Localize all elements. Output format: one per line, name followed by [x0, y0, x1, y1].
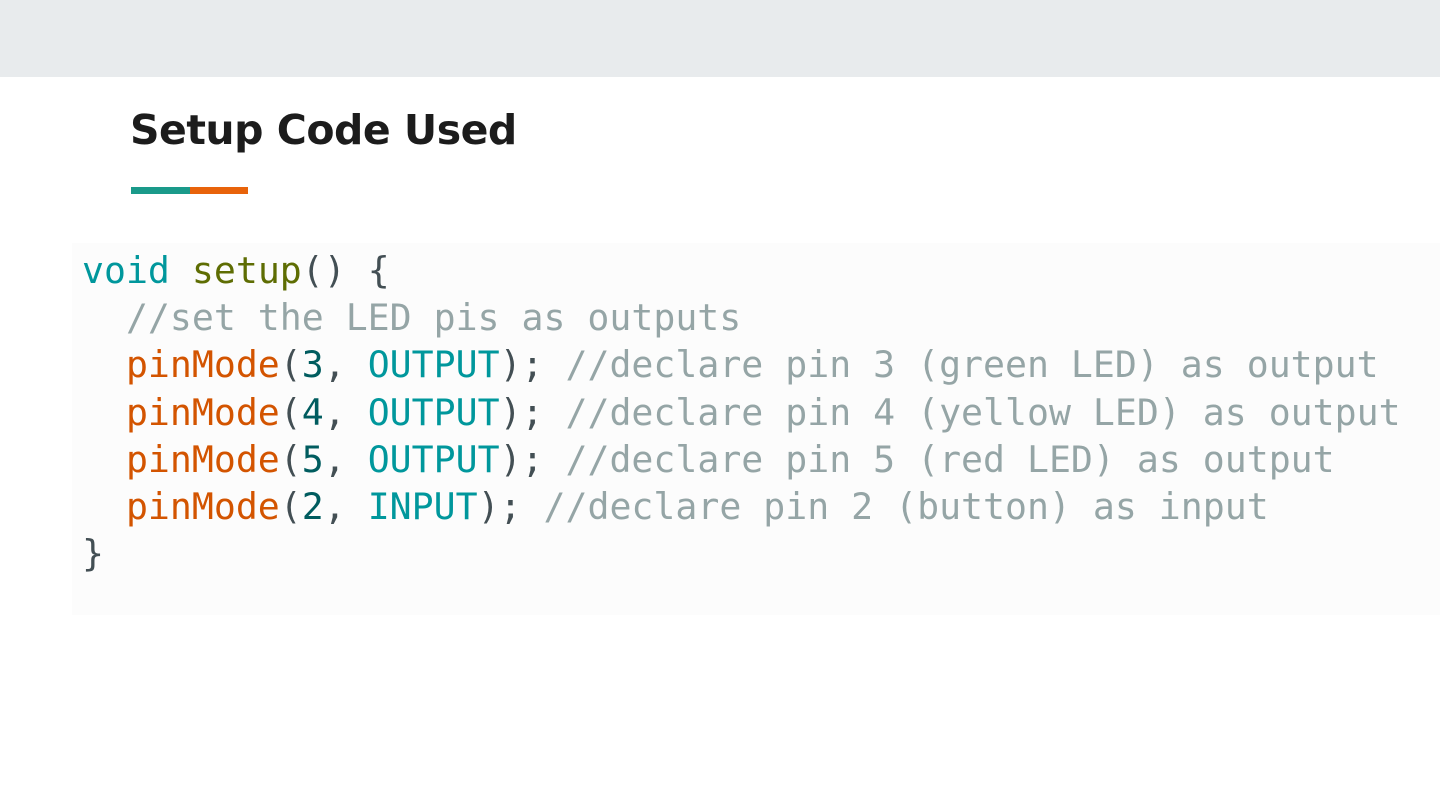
- code-token: ,: [323, 437, 368, 481]
- code-token: setup: [191, 249, 302, 292]
- code-token: //set the LED pis as outputs: [82, 296, 742, 340]
- code-token: 3: [301, 343, 324, 387]
- code-token: () {: [301, 249, 390, 292]
- code-token: );: [477, 484, 544, 528]
- code-token: (: [279, 343, 302, 387]
- code-token: (: [279, 437, 302, 481]
- code-line: }: [82, 530, 1401, 577]
- code-token: ,: [323, 390, 368, 434]
- code-token: );: [499, 343, 566, 387]
- code-token: INPUT: [367, 484, 478, 528]
- code-token: ,: [323, 484, 368, 528]
- code-token: }: [82, 532, 104, 576]
- slide-title: Setup Code Used: [130, 106, 517, 154]
- slide: Setup Code Used void setup() { //set the…: [0, 0, 1440, 810]
- code-line: void setup() {: [82, 247, 1401, 294]
- code-line: pinMode(4, OUTPUT); //declare pin 4 (yel…: [82, 389, 1401, 436]
- code-line: pinMode(2, INPUT); //declare pin 2 (butt…: [82, 483, 1401, 530]
- code-token: OUTPUT: [367, 343, 500, 387]
- code-listing: void setup() { //set the LED pis as outp…: [82, 247, 1401, 577]
- code-token: OUTPUT: [367, 390, 500, 434]
- code-screenshot: void setup() { //set the LED pis as outp…: [72, 243, 1440, 615]
- code-token: //declare pin 3 (green LED) as output: [565, 343, 1379, 387]
- code-token: //declare pin 5 (red LED) as output: [565, 437, 1335, 481]
- code-token: (: [279, 390, 302, 434]
- code-token: //declare pin 4 (yellow LED) as output: [565, 390, 1401, 434]
- code-line: pinMode(5, OUTPUT); //declare pin 5 (red…: [82, 436, 1401, 483]
- code-token: 5: [301, 437, 324, 481]
- code-token: OUTPUT: [367, 437, 500, 481]
- code-token: 4: [301, 390, 324, 434]
- code-token: pinMode: [125, 343, 280, 387]
- code-token: );: [499, 437, 566, 481]
- code-line: //set the LED pis as outputs: [82, 294, 1401, 341]
- header-band: [0, 0, 1440, 77]
- code-token: 2: [301, 484, 324, 528]
- code-token: void: [82, 249, 170, 292]
- code-token: (: [279, 484, 302, 528]
- code-line: pinMode(3, OUTPUT); //declare pin 3 (gre…: [82, 341, 1401, 388]
- code-token: pinMode: [125, 390, 280, 434]
- title-accent-orange: [190, 187, 248, 194]
- code-token: );: [499, 390, 566, 434]
- title-accent-teal: [131, 187, 190, 194]
- code-token: pinMode: [125, 484, 280, 528]
- code-token: ,: [323, 343, 368, 387]
- code-token: //declare pin 2 (button) as input: [543, 484, 1269, 528]
- code-token: pinMode: [125, 437, 280, 481]
